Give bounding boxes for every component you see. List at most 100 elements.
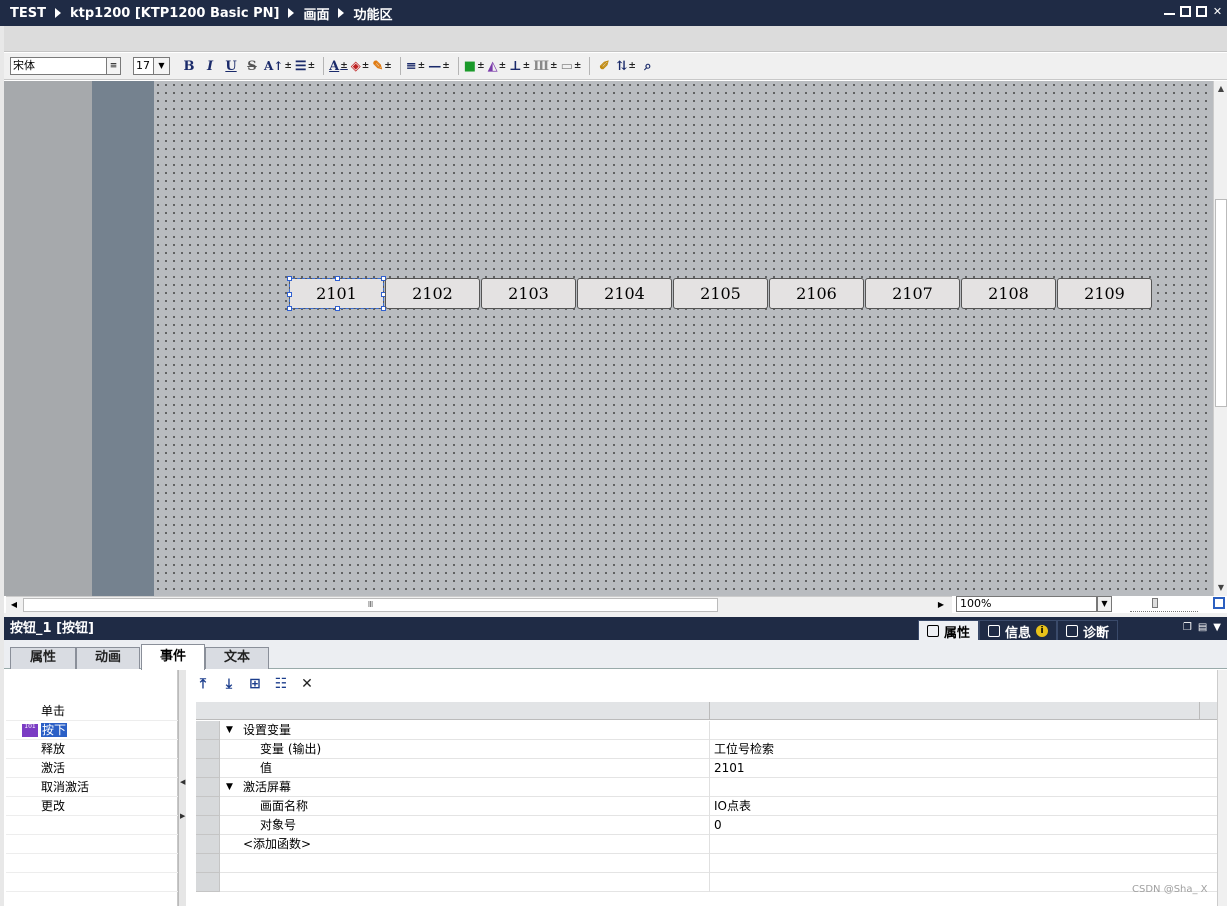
splitter-left-icon[interactable]: ◀ bbox=[180, 778, 185, 786]
hmi-button-2102[interactable]: 2102 bbox=[385, 278, 480, 309]
distribute-icon[interactable]: Ⅲ bbox=[533, 56, 557, 76]
grid-cell-value[interactable]: 0 bbox=[714, 816, 722, 835]
minimize-icon[interactable] bbox=[1164, 6, 1175, 15]
hmi-button-2103[interactable]: 2103 bbox=[481, 278, 576, 309]
grid-row[interactable]: 画面名称 IO点表 bbox=[196, 797, 1217, 816]
collapse-panel-icon[interactable]: ▼ bbox=[1213, 622, 1221, 633]
vertical-scrollbar[interactable]: ▲ ▼ bbox=[1213, 81, 1227, 596]
grid-row[interactable]: 对象号 0 bbox=[196, 816, 1217, 835]
grid-row[interactable]: 值 2101 bbox=[196, 759, 1217, 778]
grid-row[interactable] bbox=[196, 854, 1217, 873]
grid-cell-value[interactable]: 2101 bbox=[714, 759, 745, 778]
grid-cell-value[interactable]: 工位号检索 bbox=[714, 740, 774, 759]
splitter-right-icon[interactable]: ▶ bbox=[180, 812, 185, 820]
splitter[interactable]: ◀ ▶ bbox=[178, 670, 186, 906]
hmi-button-2107[interactable]: 2107 bbox=[865, 278, 960, 309]
grid-row[interactable]: 变量 (输出) 工位号检索 bbox=[196, 740, 1217, 759]
line-color-icon[interactable]: ✎ bbox=[372, 56, 391, 76]
bold-button[interactable]: B bbox=[180, 56, 198, 76]
grid-scrollbar[interactable] bbox=[1217, 670, 1227, 906]
scroll-thumb[interactable]: Ⅲ bbox=[23, 598, 718, 612]
font-size-input[interactable]: 17 bbox=[133, 57, 154, 75]
move-up-icon[interactable]: ⤒ bbox=[194, 675, 212, 693]
expand-arrow-icon[interactable]: ▼ bbox=[226, 778, 233, 797]
tab-properties[interactable]: 属性 bbox=[10, 647, 76, 669]
align-objects-icon[interactable]: ⊥ bbox=[509, 56, 530, 76]
hmi-screen[interactable] bbox=[154, 81, 1213, 596]
tab-label: 属性 bbox=[944, 625, 971, 641]
grid-row[interactable]: <添加函数> bbox=[196, 835, 1217, 854]
breadcrumb-item[interactable]: TEST bbox=[10, 6, 46, 21]
scroll-left-icon[interactable]: ◀ bbox=[7, 598, 21, 612]
event-item[interactable]: 101 按下 bbox=[6, 721, 178, 740]
font-grow-icon[interactable]: A↑ bbox=[264, 56, 292, 76]
event-item[interactable]: 取消激活 bbox=[6, 778, 178, 797]
grid-row[interactable]: ▼ 设置变量 bbox=[196, 721, 1217, 740]
tab-animation[interactable]: 动画 bbox=[76, 647, 140, 669]
scroll-down-icon[interactable]: ▼ bbox=[1215, 581, 1227, 595]
tab-texts[interactable]: 文本 bbox=[205, 647, 269, 669]
format-painter-icon[interactable]: ✐ bbox=[595, 56, 613, 76]
collapse-all-icon[interactable]: ☷ bbox=[272, 675, 290, 693]
float-panel-icon[interactable]: ❐ bbox=[1183, 622, 1192, 633]
breadcrumb-item[interactable]: 功能区 bbox=[353, 4, 392, 23]
tab-diagnostics[interactable]: 诊断 bbox=[1057, 620, 1119, 642]
strikethrough-button[interactable]: S bbox=[243, 56, 261, 76]
zoom-dropdown-icon[interactable]: ▼ bbox=[1097, 596, 1112, 612]
underline-button[interactable]: U bbox=[222, 56, 240, 76]
zoom-select-icon[interactable]: ⌕ bbox=[639, 56, 657, 76]
font-size-dropdown-icon[interactable]: ▼ bbox=[154, 57, 170, 75]
line-style-icon[interactable]: — bbox=[428, 56, 450, 76]
zoom-slider-handle[interactable] bbox=[1152, 598, 1158, 608]
restore-icon[interactable] bbox=[1180, 6, 1191, 17]
rotate-icon[interactable]: ◭ bbox=[488, 56, 507, 76]
hmi-button-2108[interactable]: 2108 bbox=[961, 278, 1056, 309]
grid-row[interactable] bbox=[196, 873, 1217, 892]
selection-handle[interactable] bbox=[334, 276, 340, 281]
hmi-button-2104[interactable]: 2104 bbox=[577, 278, 672, 309]
font-picker-icon[interactable]: ≡ bbox=[107, 57, 121, 75]
event-item[interactable]: 激活 bbox=[6, 759, 178, 778]
close-icon[interactable]: ✕ bbox=[1212, 6, 1223, 17]
scroll-up-icon[interactable]: ▲ bbox=[1215, 82, 1227, 96]
tab-info[interactable]: 信息 i bbox=[979, 620, 1058, 642]
layer-icon[interactable]: ⇅ bbox=[616, 56, 635, 76]
expand-all-icon[interactable]: ⊞ bbox=[246, 675, 264, 693]
zoom-input[interactable]: 100% bbox=[956, 596, 1097, 612]
breadcrumb-item[interactable]: 画面 bbox=[303, 4, 329, 23]
line-width-icon[interactable]: ≡ bbox=[406, 56, 425, 76]
zoom-slider[interactable] bbox=[1130, 598, 1198, 612]
fill-color-icon[interactable]: ◈ bbox=[351, 56, 370, 76]
horizontal-scrollbar[interactable]: ◀ Ⅲ ▶ bbox=[6, 596, 952, 613]
move-down-icon[interactable]: ⤓ bbox=[220, 675, 238, 693]
maximize-icon[interactable] bbox=[1196, 6, 1207, 17]
expand-arrow-icon[interactable]: ▼ bbox=[226, 721, 233, 740]
hmi-button-2105[interactable]: 2105 bbox=[673, 278, 768, 309]
selection-handle[interactable] bbox=[287, 306, 292, 311]
selection-handle[interactable] bbox=[287, 291, 292, 297]
minimize-panel-icon[interactable]: ▤ bbox=[1198, 622, 1207, 633]
selection-handle[interactable] bbox=[287, 276, 292, 281]
scroll-right-icon[interactable]: ▶ bbox=[934, 598, 948, 612]
breadcrumb-item[interactable]: ktp1200 [KTP1200 Basic PN] bbox=[70, 6, 279, 21]
selection-handle[interactable] bbox=[334, 306, 340, 311]
delete-icon[interactable]: ✕ bbox=[298, 675, 316, 693]
hmi-button-2106[interactable]: 2106 bbox=[769, 278, 864, 309]
hmi-button-2101[interactable]: 2101 bbox=[289, 278, 384, 309]
align-icon[interactable]: ☰ bbox=[295, 56, 315, 76]
fit-screen-icon[interactable] bbox=[1213, 597, 1225, 609]
tab-events[interactable]: 事件 bbox=[141, 644, 205, 670]
scroll-thumb[interactable] bbox=[1215, 199, 1227, 407]
arrange-icon[interactable]: ■ bbox=[464, 56, 485, 76]
event-item[interactable]: 单击 bbox=[6, 702, 178, 721]
grid-cell-value[interactable]: IO点表 bbox=[714, 797, 751, 816]
event-item[interactable]: 更改 bbox=[6, 797, 178, 816]
text-color-button[interactable]: A bbox=[329, 56, 348, 76]
event-item[interactable]: 释放 bbox=[6, 740, 178, 759]
same-size-icon[interactable]: ▭ bbox=[561, 56, 582, 76]
font-name-input[interactable]: 宋体 bbox=[10, 57, 107, 75]
hmi-button-2109[interactable]: 2109 bbox=[1057, 278, 1152, 309]
italic-button[interactable]: I bbox=[201, 56, 219, 76]
grid-row[interactable]: ▼ 激活屏幕 bbox=[196, 778, 1217, 797]
tab-properties-main[interactable]: 属性 bbox=[918, 620, 980, 642]
